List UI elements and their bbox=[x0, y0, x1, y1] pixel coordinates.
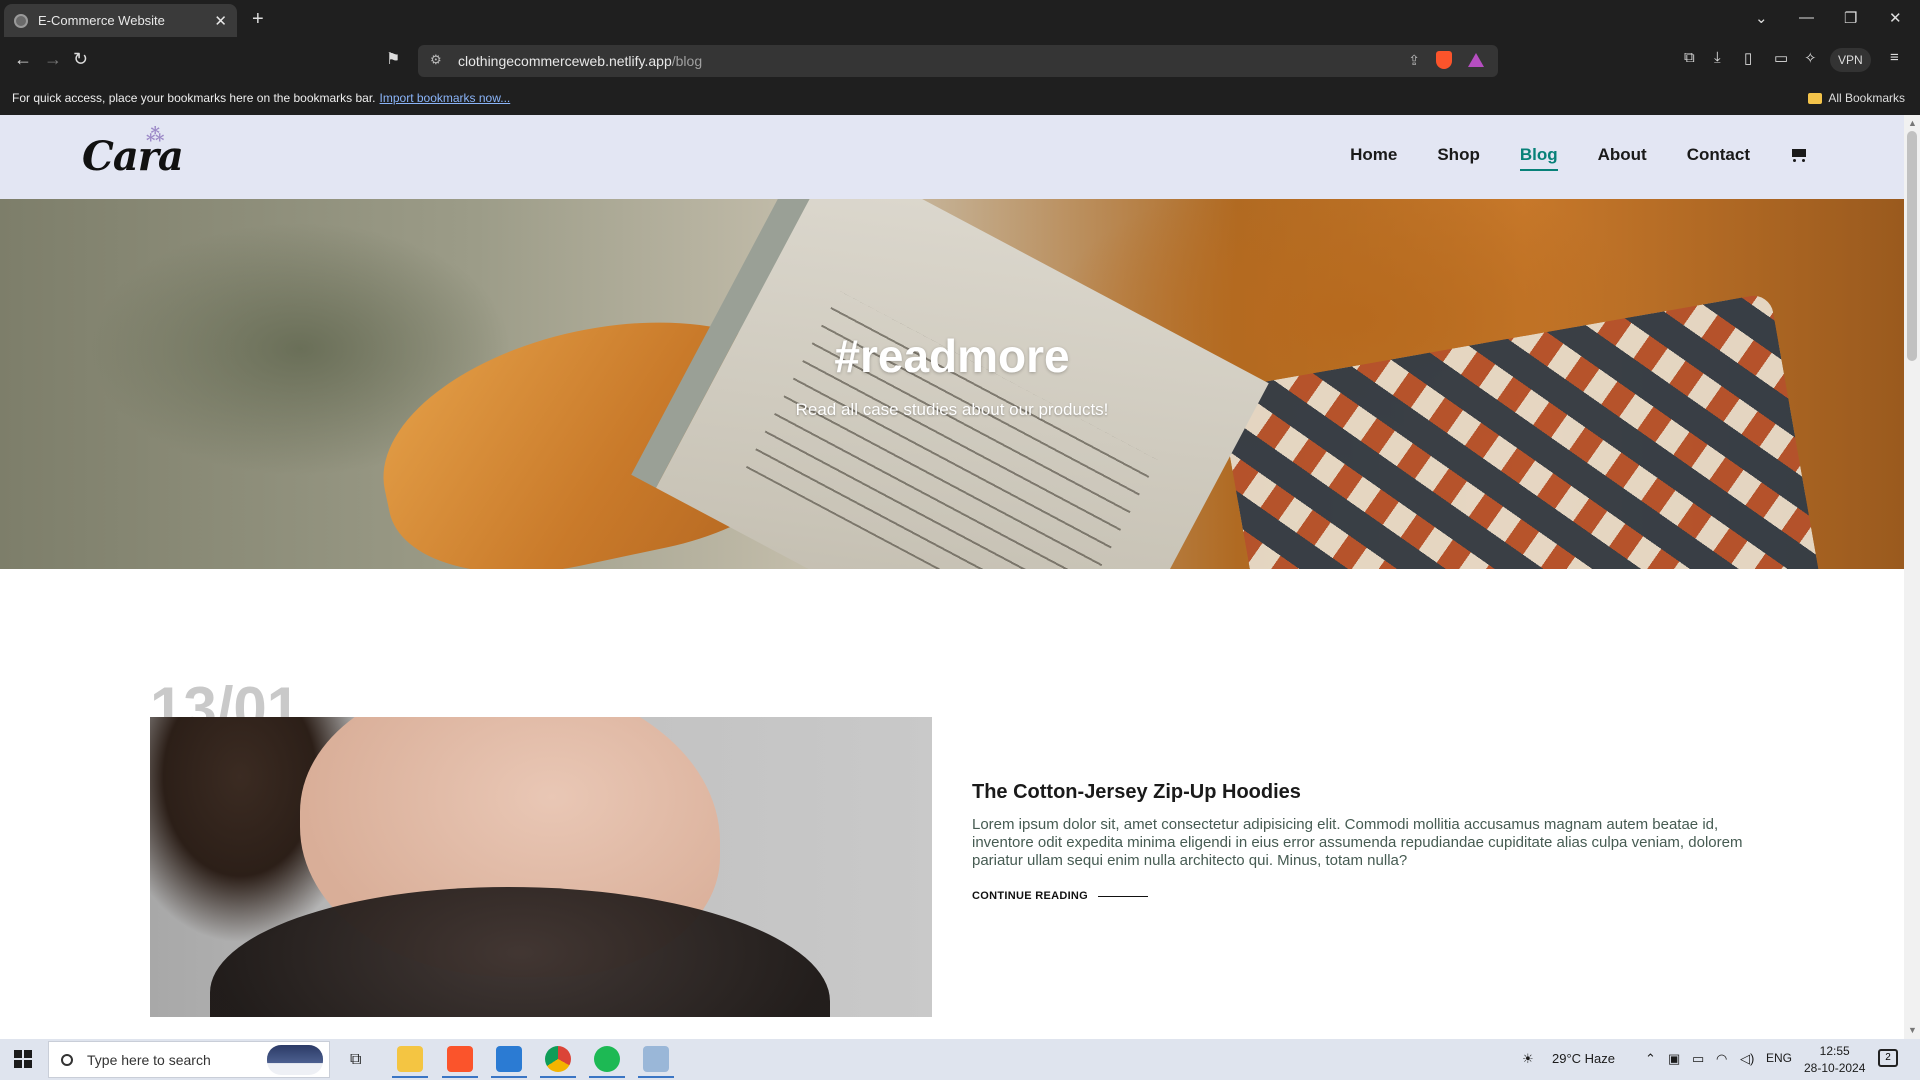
scroll-up-icon[interactable]: ▲ bbox=[1908, 118, 1917, 128]
browser-tab[interactable]: E-Commerce Website ✕ bbox=[4, 4, 237, 37]
post-title: The Cotton-Jersey Zip-Up Hoodies bbox=[972, 781, 1301, 803]
browser-toolbar: ← → ↻ ⚑ ⚙ clothingecommerceweb.netlify.a… bbox=[0, 41, 1920, 81]
taskbar-search[interactable]: Type here to search bbox=[48, 1041, 330, 1078]
scroll-down-icon[interactable]: ▼ bbox=[1908, 1025, 1917, 1035]
hero-title: #readmore bbox=[834, 330, 1070, 382]
page-scrollbar[interactable]: ▲ ▼ bbox=[1904, 115, 1920, 1039]
brave-shields-icon[interactable] bbox=[1436, 51, 1452, 69]
close-window-icon[interactable]: ✕ bbox=[1889, 9, 1902, 27]
volume-icon[interactable]: ◁) bbox=[1740, 1051, 1754, 1067]
chrome-icon[interactable] bbox=[545, 1046, 571, 1072]
reload-icon[interactable]: ↻ bbox=[73, 49, 88, 70]
scrollbar-thumb[interactable] bbox=[1907, 131, 1917, 361]
url-text: clothingecommerceweb.netlify.app/blog bbox=[458, 53, 703, 69]
search-highlight-image bbox=[267, 1045, 323, 1075]
brave-rewards-icon[interactable] bbox=[1468, 53, 1484, 67]
file-explorer-icon[interactable] bbox=[397, 1046, 423, 1072]
network-icon[interactable]: ◠ bbox=[1716, 1051, 1727, 1067]
nav-shop[interactable]: Shop bbox=[1437, 145, 1480, 165]
tray-chevron-icon[interactable]: ⌃ bbox=[1645, 1051, 1656, 1067]
bookmarks-hint: For quick access, place your bookmarks h… bbox=[12, 91, 376, 105]
back-icon[interactable]: ← bbox=[14, 49, 32, 70]
nav-home[interactable]: Home bbox=[1350, 145, 1397, 165]
post-excerpt: Lorem ipsum dolor sit, amet consectetur … bbox=[972, 816, 1743, 869]
new-tab-icon[interactable]: + bbox=[252, 8, 264, 31]
site-logo[interactable]: Cara ⁂ bbox=[82, 125, 184, 180]
downloads-icon[interactable]: ⤓ bbox=[1714, 49, 1721, 66]
tab-title: E-Commerce Website bbox=[38, 13, 165, 28]
vscode-icon[interactable] bbox=[496, 1046, 522, 1072]
hero-book-image bbox=[631, 199, 1269, 569]
cta-underline bbox=[1098, 895, 1149, 897]
windows-taskbar: Type here to search ⧉ ☀ 29°C Haze ⌃ ▣ ▭ … bbox=[0, 1039, 1920, 1080]
windows-start-icon[interactable] bbox=[14, 1050, 32, 1068]
nav-about[interactable]: About bbox=[1598, 145, 1647, 165]
blog-post: 13/01 The Cotton-Jersey Zip-Up Hoodies L… bbox=[0, 569, 1904, 1039]
page-viewport: Cara ⁂ Home Shop Blog About Contact #read… bbox=[0, 115, 1904, 1039]
main-nav: Home Shop Blog About Contact bbox=[1350, 145, 1808, 171]
browser-tabstrip: E-Commerce Website ✕ + ⌄ — ❐ ✕ bbox=[0, 0, 1920, 41]
brave-icon[interactable] bbox=[447, 1046, 473, 1072]
weather-text[interactable]: 29°C Haze bbox=[1552, 1051, 1615, 1066]
site-info-icon[interactable]: ⚙ bbox=[430, 52, 442, 68]
lavender-icon: ⁂ bbox=[146, 125, 164, 146]
task-view-icon[interactable]: ⧉ bbox=[350, 1051, 361, 1069]
app-icon[interactable] bbox=[643, 1046, 669, 1072]
nav-contact[interactable]: Contact bbox=[1687, 145, 1750, 165]
folder-icon bbox=[1808, 92, 1823, 104]
continue-reading-link[interactable]: CONTINUE READING bbox=[972, 890, 1752, 902]
tab-search-chevron-icon[interactable]: ⌄ bbox=[1755, 9, 1768, 27]
extensions-icon[interactable]: ⧉ bbox=[1684, 49, 1695, 66]
site-header: Cara ⁂ Home Shop Blog About Contact bbox=[0, 115, 1904, 199]
sidebar-icon[interactable]: ▯ bbox=[1744, 49, 1752, 67]
leo-ai-icon[interactable]: ✧ bbox=[1804, 49, 1817, 67]
all-bookmarks-button[interactable]: All Bookmarks bbox=[1808, 91, 1905, 105]
meet-icon[interactable]: ▣ bbox=[1668, 1051, 1680, 1067]
battery-icon[interactable]: ▭ bbox=[1692, 1051, 1704, 1067]
share-icon[interactable]: ⇪ bbox=[1408, 52, 1420, 69]
weather-icon[interactable]: ☀ bbox=[1522, 1051, 1534, 1067]
nav-blog[interactable]: Blog bbox=[1519, 145, 1558, 171]
vpn-button[interactable]: VPN bbox=[1830, 48, 1871, 72]
tab-favicon-icon bbox=[14, 13, 28, 28]
post-image bbox=[150, 717, 932, 1017]
wallet-icon[interactable]: ▭ bbox=[1774, 49, 1788, 67]
bookmark-page-icon[interactable]: ⚑ bbox=[386, 49, 400, 69]
minimize-icon[interactable]: — bbox=[1799, 9, 1814, 26]
cart-icon[interactable] bbox=[1790, 147, 1808, 163]
menu-icon[interactable]: ≡ bbox=[1890, 49, 1899, 66]
bookmarks-bar: For quick access, place your bookmarks h… bbox=[0, 81, 1920, 115]
import-bookmarks-link[interactable]: Import bookmarks now... bbox=[380, 91, 511, 105]
close-tab-icon[interactable]: ✕ bbox=[214, 12, 227, 30]
spotify-icon[interactable] bbox=[594, 1046, 620, 1072]
search-icon bbox=[61, 1053, 73, 1066]
clock[interactable]: 12:55 28-10-2024 bbox=[1804, 1043, 1865, 1077]
blog-hero: #readmore Read all case studies about ou… bbox=[0, 199, 1904, 569]
hero-subtitle: Read all case studies about our products… bbox=[795, 400, 1109, 419]
language-indicator[interactable]: ENG bbox=[1766, 1051, 1792, 1065]
post-body: The Cotton-Jersey Zip-Up Hoodies Lorem i… bbox=[972, 781, 1752, 902]
restore-icon[interactable]: ❐ bbox=[1844, 9, 1857, 27]
address-bar[interactable]: ⚙ clothingecommerceweb.netlify.app/blog … bbox=[418, 45, 1498, 77]
forward-icon[interactable]: → bbox=[44, 49, 62, 70]
notifications-icon[interactable]: 2 bbox=[1878, 1049, 1898, 1067]
